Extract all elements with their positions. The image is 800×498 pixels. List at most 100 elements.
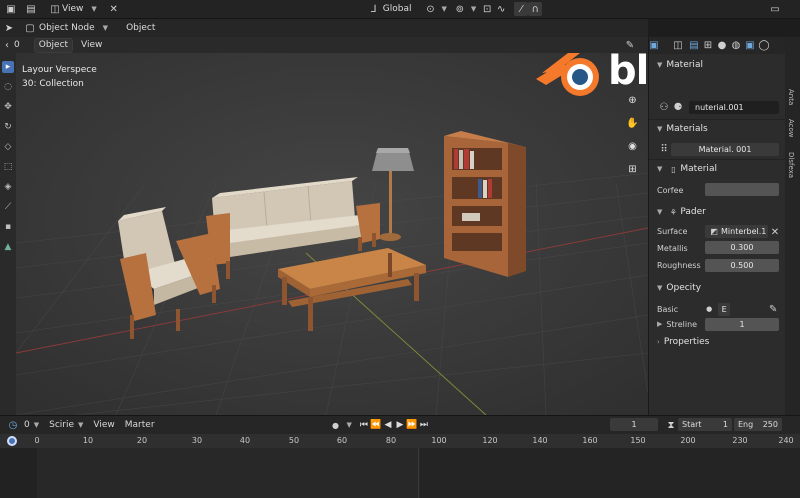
end-field[interactable]: Eng 250 xyxy=(734,418,782,431)
playhead-marker[interactable] xyxy=(7,436,17,446)
object-menu[interactable]: Object xyxy=(122,21,159,36)
chevron-down-icon[interactable]: ▼ xyxy=(441,5,446,13)
next-keyframe-icon[interactable]: ⏩ xyxy=(406,419,418,432)
chevron-down-icon[interactable]: ▼ xyxy=(78,421,83,429)
frame-range-left xyxy=(0,448,37,498)
jump-end-icon[interactable]: ⏭ xyxy=(418,419,430,432)
falloff-icon[interactable]: ⁄ xyxy=(514,2,529,16)
roughness-field[interactable]: 0.500 xyxy=(705,259,779,272)
props-tab-object-icon[interactable]: ▣ xyxy=(743,39,757,53)
move-tool-icon[interactable]: ✥ xyxy=(2,101,14,113)
window-icon[interactable]: ▭ xyxy=(768,2,782,16)
props-tab-render-icon[interactable]: ◫ xyxy=(671,39,685,53)
editor-type-icon[interactable]: ▣ xyxy=(4,2,18,16)
start-field[interactable]: Start 1 xyxy=(678,418,732,431)
props-tab-scene-icon[interactable]: ● xyxy=(715,39,729,53)
ruler-tick: 150 xyxy=(630,436,646,445)
frame-range-right xyxy=(420,448,800,498)
ruler-tick: 100 xyxy=(431,436,447,445)
section-material-top[interactable]: ▼ Material xyxy=(649,57,786,73)
chevron-down-icon[interactable]: ▼ xyxy=(34,421,39,429)
surface-field[interactable]: ◩ Minterbel.1 xyxy=(705,225,768,238)
material-user-icon[interactable]: ⚇ xyxy=(657,100,671,114)
keyframe-dot-icon[interactable]: ● xyxy=(329,418,343,432)
section-opecity[interactable]: ▼ Opecity xyxy=(649,280,786,296)
timeline-editor-icon[interactable]: ◷ xyxy=(6,418,20,432)
current-frame-field[interactable]: 1 xyxy=(610,418,658,431)
marker-menu[interactable]: Marter xyxy=(125,420,155,430)
cursor-icon[interactable]: ➤ xyxy=(2,21,16,35)
props-tab-world-icon[interactable]: ◍ xyxy=(729,39,743,53)
snap-target-icon[interactable]: ⊡ xyxy=(480,2,494,16)
props-tab-view-icon[interactable]: ⊞ xyxy=(701,39,715,53)
timeline-ruler[interactable]: 0 10 20 30 40 50 60 80 100 120 140 160 1… xyxy=(0,434,800,448)
camera-icon[interactable]: ◉ xyxy=(625,139,640,154)
metallis-field[interactable]: 0.300 xyxy=(705,241,779,254)
props-tab-material-icon[interactable]: ◯ xyxy=(757,39,771,53)
close-icon[interactable]: ✕ xyxy=(107,2,121,16)
transform-tool-icon[interactable]: ⬚ xyxy=(2,161,14,173)
section-material[interactable]: ▼ ▯ Material xyxy=(649,161,786,177)
measure-tool-icon[interactable]: ⟋ xyxy=(2,201,14,213)
chevron-down-icon[interactable]: ▼ xyxy=(347,421,352,429)
surface-shader-icon: ◩ xyxy=(710,227,718,236)
props-pin-icon[interactable]: ✎ xyxy=(623,39,637,53)
materials-drag-icon[interactable]: ⠿ xyxy=(657,142,671,156)
ruler-tick: 10 xyxy=(82,436,94,445)
3d-viewport[interactable]: Layour Verspece 30: Collection ⊕ ✋ ◉ ⊞ xyxy=(16,53,648,415)
side-tabs: Anta Acow Dlsfexa xyxy=(785,37,800,415)
clock-icon[interactable]: ⧗ xyxy=(664,418,678,432)
extra-tool-icon[interactable]: ▲ xyxy=(2,241,14,253)
section-pader[interactable]: ▼ ⚘ Pader xyxy=(649,204,786,220)
transform-orientation-dropdown[interactable]: ⅃ Global xyxy=(363,2,416,17)
grid-view-icon[interactable]: ⊞ xyxy=(625,162,640,177)
pivot-icon[interactable]: ⊙ xyxy=(423,2,437,16)
side-tab-1[interactable]: Anta xyxy=(787,89,795,105)
side-tab-2[interactable]: Acow xyxy=(787,119,795,138)
corfee-field[interactable] xyxy=(705,183,779,196)
mode-dropdown[interactable]: ▢ Object Node xyxy=(19,21,99,36)
section-materials[interactable]: ▼ Materials xyxy=(649,121,786,137)
section-properties[interactable]: › Properties xyxy=(649,334,786,350)
view-menu[interactable]: ◫ View xyxy=(44,2,87,17)
prev-keyframe-icon[interactable]: ⏪ xyxy=(370,419,382,432)
eyedropper-icon[interactable]: ✎ xyxy=(766,302,780,316)
view-menu-2[interactable]: View xyxy=(77,38,106,53)
scale-tool-icon[interactable]: ◇ xyxy=(2,141,14,153)
hand-pan-icon[interactable]: ✋ xyxy=(625,116,640,131)
add-cube-tool-icon[interactable]: ▪ xyxy=(2,221,14,233)
chevron-down-icon: ▼ xyxy=(657,61,663,69)
chevron-down-icon[interactable]: ▼ xyxy=(103,24,108,32)
annotate-tool-icon[interactable]: ◈ xyxy=(2,181,14,193)
materials-field[interactable]: Material. 001 xyxy=(671,143,779,156)
props-tab-tool-icon[interactable]: ▣ xyxy=(647,39,661,53)
timeline-view-menu[interactable]: View xyxy=(93,420,114,430)
arrow-icon[interactable]: ‹ xyxy=(0,38,14,52)
layout-icon[interactable]: ▤ xyxy=(24,2,38,16)
material-users-icon[interactable]: ⚈ xyxy=(671,100,685,114)
ruler-tick: 230 xyxy=(732,436,748,445)
play-icon[interactable]: ▶ xyxy=(394,419,406,432)
basic-dot-icon[interactable]: ● xyxy=(702,302,716,316)
basic-field[interactable]: E xyxy=(718,302,731,316)
snap-icon[interactable]: ⊚ xyxy=(453,2,467,16)
chevron-down-icon[interactable]: ▼ xyxy=(471,5,476,13)
play-reverse-icon[interactable]: ◀ xyxy=(382,419,394,432)
curve-icon[interactable]: ∩ xyxy=(528,2,543,16)
material-slot-name[interactable]: nuterial.001 xyxy=(689,101,779,114)
rotate-tool-icon[interactable]: ↻ xyxy=(2,121,14,133)
timeline-body[interactable] xyxy=(0,448,800,498)
scene-menu[interactable]: Scirie xyxy=(49,420,74,430)
streline-field[interactable]: 1 xyxy=(705,318,779,331)
timeline-frame-field[interactable]: 0 xyxy=(24,420,30,430)
bookshelf[interactable] xyxy=(444,131,526,277)
object-menu-2[interactable]: Object xyxy=(33,37,74,53)
cursor-tool-icon[interactable]: ◌ xyxy=(2,81,14,93)
proportional-icon[interactable]: ∿ xyxy=(494,2,508,16)
jump-start-icon[interactable]: ⏮ xyxy=(358,419,370,432)
chevron-down-icon[interactable]: ▼ xyxy=(91,5,96,13)
surface-clear-icon[interactable]: ✕ xyxy=(768,225,782,239)
side-tab-3[interactable]: Dlsfexa xyxy=(787,152,795,178)
select-tool-icon[interactable]: ▸ xyxy=(2,61,14,73)
props-tab-output-icon[interactable]: ▤ xyxy=(687,39,701,53)
